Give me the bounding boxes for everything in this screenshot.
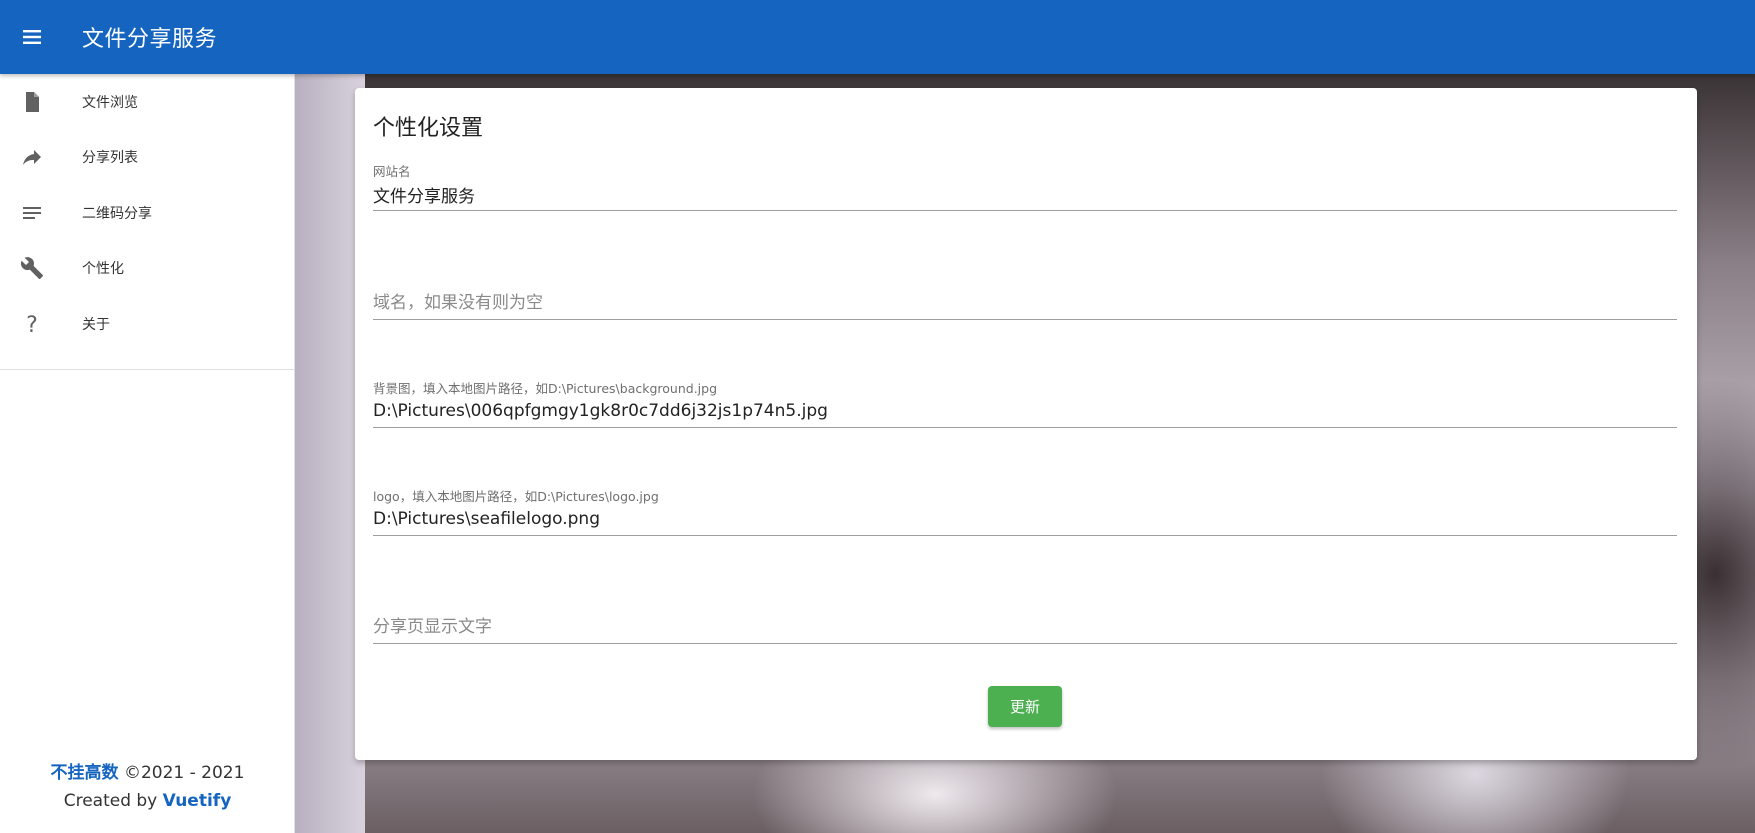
author-link[interactable]: 不挂高数 (51, 763, 119, 783)
sidebar-item-label: 关于 (82, 316, 110, 333)
background-field: 背景图，填入本地图片路径，如D:\Pictures\background.jpg (373, 378, 1677, 428)
share-text-field (373, 594, 1677, 644)
list-icon (0, 201, 64, 225)
sidebar-item-about[interactable]: ? 关于 (0, 296, 294, 352)
wrench-icon (0, 256, 64, 280)
sidebar-item-share-list[interactable]: 分享列表 (0, 130, 294, 186)
update-button[interactable]: 更新 (988, 686, 1062, 727)
app-title: 文件分享服务 (82, 27, 218, 52)
svg-text:?: ? (26, 313, 38, 336)
settings-card: 个性化设置 网站名 背景图，填入本地图片路径，如D:\Pictures\back… (355, 88, 1697, 760)
domain-input[interactable] (373, 293, 1677, 313)
footer: 不挂高数 ©2021 - 2021 Created by Vuetify (0, 759, 295, 815)
share-icon (0, 145, 64, 169)
site-name-input[interactable] (373, 184, 1677, 204)
nav-list: 文件浏览 分享列表 二维码分享 个性化 ? 关于 (0, 74, 294, 370)
sidebar-item-label: 二维码分享 (82, 205, 152, 222)
sidebar-item-file-browse[interactable]: 文件浏览 (0, 74, 294, 130)
footer-copyright-line: 不挂高数 ©2021 - 2021 (0, 759, 295, 787)
background-label: 背景图，填入本地图片路径，如D:\Pictures\background.jpg (373, 381, 718, 396)
menu-button[interactable] (0, 0, 64, 74)
created-by-text: Created by (63, 791, 158, 811)
sidebar-item-label: 分享列表 (82, 150, 138, 167)
share-text-input[interactable] (373, 617, 1677, 637)
logo-field: logo，填入本地图片路径，如D:\Pictures\logo.jpg (373, 486, 1677, 536)
logo-input[interactable] (373, 509, 1677, 529)
footer-created-line: Created by Vuetify (0, 787, 295, 815)
background-input[interactable] (373, 401, 1677, 421)
sidebar-item-label: 文件浏览 (82, 94, 138, 111)
menu-icon (23, 30, 41, 44)
sidebar-item-personalize[interactable]: 个性化 (0, 241, 294, 297)
logo-label: logo，填入本地图片路径，如D:\Pictures\logo.jpg (373, 489, 659, 504)
sidebar-item-label: 个性化 (82, 261, 124, 278)
card-title: 个性化设置 (373, 116, 484, 141)
vuetify-link[interactable]: Vuetify (163, 791, 232, 811)
file-icon (0, 90, 64, 114)
help-icon: ? (0, 312, 64, 336)
site-name-label: 网站名 (373, 164, 411, 179)
navigation-drawer: 文件浏览 分享列表 二维码分享 个性化 ? 关于 不挂高数 ©2021 - 20… (0, 74, 295, 833)
copyright-text: ©2021 - 2021 (123, 763, 245, 783)
domain-field (373, 270, 1677, 320)
sidebar-item-qrcode-share[interactable]: 二维码分享 (0, 185, 294, 241)
app-bar: 文件分享服务 (0, 0, 1755, 74)
site-name-field: 网站名 (373, 161, 1677, 211)
